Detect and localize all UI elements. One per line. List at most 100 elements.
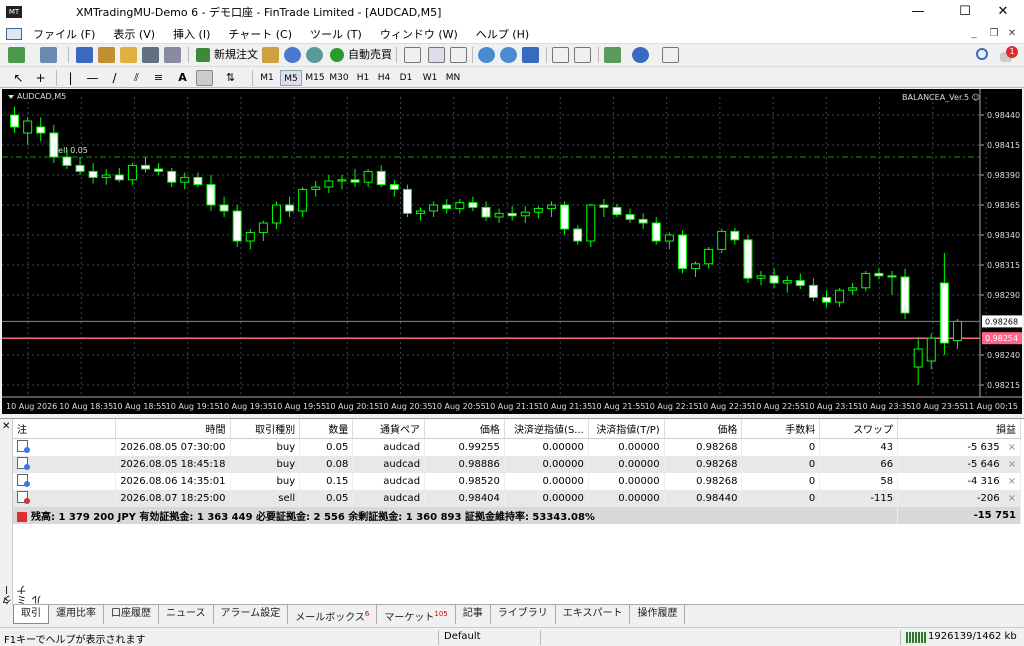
indicators-icon[interactable] [604,47,621,63]
tab-0[interactable]: 取引 [13,605,49,624]
search-icon[interactable] [976,48,988,60]
terminal-close-icon[interactable]: ✕ [2,421,10,432]
channel-icon[interactable]: ⫽ [128,70,145,86]
auto-trade-button[interactable]: 自動売買 [328,46,392,64]
tab-4[interactable]: アラーム設定 [214,605,289,624]
col-tp[interactable]: 決済指値(T/P) [588,419,665,439]
data-window-icon[interactable] [120,47,137,63]
trendline-icon[interactable]: / [106,70,123,86]
tile-windows-icon[interactable] [522,47,539,63]
menu-insert[interactable]: 挿入 (I) [164,26,219,42]
minimize-button[interactable]: — [897,0,939,24]
timeframe-w1[interactable]: W1 [419,70,441,86]
timeframe-mn[interactable]: MN [442,70,464,86]
price-chart[interactable]: 0.98440 0.98415 0.98390 0.98365 0.98340 0.983… [2,89,1022,414]
market-watch-icon[interactable] [76,47,93,63]
periods-icon[interactable] [632,47,649,63]
signals-icon[interactable] [262,47,279,63]
timeframe-m1[interactable]: M1 [256,70,278,86]
col-commission[interactable]: 手数料 [741,419,821,439]
table-row[interactable]: 2026.08.07 18:25:00 sell 0.05 audcad 0.98404… [13,490,1021,507]
col-profit[interactable]: 損益 [897,419,1021,439]
col-current-price[interactable]: 価格 [664,419,743,439]
timeframe-m15[interactable]: M15 [304,70,326,86]
col-type[interactable]: 取引種別 [230,419,301,439]
tab-10[interactable]: 操作履歴 [630,605,686,624]
navigator-icon[interactable] [98,47,115,63]
new-chart-icon[interactable] [8,47,25,63]
table-row[interactable]: 2026.08.05 07:30:00 buy 0.05 audcad 0.99255 0… [13,438,1021,456]
candle-bear [612,206,622,216]
menu-tools[interactable]: ツール (T) [301,26,371,42]
col-volume[interactable]: 数量 [299,419,354,439]
col-time[interactable]: 時間 [115,419,231,439]
tab-7[interactable]: 記事 [456,605,491,624]
timeframe-d1[interactable]: D1 [395,70,417,86]
close-order-icon[interactable]: × [1008,459,1016,470]
zoom-out-icon[interactable] [500,47,517,63]
menu-view[interactable]: 表示 (V) [104,26,164,42]
tab-9[interactable]: エキスパート [556,605,631,624]
candle-bear [442,204,452,210]
tab-6[interactable]: マーケット105 [377,605,456,624]
close-window-button[interactable]: ✕ [982,0,1024,24]
close-order-icon[interactable]: × [1008,493,1016,504]
profiles-icon[interactable] [40,47,57,63]
chart-shift-icon[interactable] [574,47,591,63]
timeframe-m5[interactable]: M5 [280,70,302,86]
tab-3[interactable]: ニュース [159,605,214,624]
metaeditor-icon[interactable] [306,47,323,63]
buy-order-icon [17,440,30,453]
timeframe-h4[interactable]: H4 [373,70,395,86]
child-restore-button[interactable]: ❐ [986,24,1002,43]
col-sl[interactable]: 決済逆指値(S... [504,419,589,439]
col-order[interactable]: 注 [13,419,116,439]
tab-1[interactable]: 運用比率 [49,605,104,624]
bar-chart-icon[interactable] [404,47,421,63]
candle-bull [258,222,268,234]
timeframe-m30[interactable]: M30 [328,70,350,86]
col-price[interactable]: 価格 [424,419,505,439]
fibonacci-icon[interactable]: ≡ [150,70,167,86]
timeframe-h1[interactable]: H1 [352,70,374,86]
auto-scroll-icon[interactable] [552,47,569,63]
close-order-icon[interactable]: × [1008,476,1016,487]
terminal-icon[interactable] [142,47,159,63]
maximize-button[interactable]: ☐ [944,0,986,24]
menu-help[interactable]: ヘルプ (H) [467,26,538,42]
candlestick-chart-svg[interactable]: 0.98440 0.98415 0.98390 0.98365 0.98340 0.983… [2,89,1022,414]
new-order-button[interactable]: 新規注文 [194,46,258,64]
candle-bear [167,170,177,183]
tab-5[interactable]: メールボックス6 [288,605,378,624]
tab-8[interactable]: ライブラリ [491,605,556,624]
notification-button[interactable]: 1 [1000,46,1018,64]
chart-menu-arrow-icon[interactable] [8,95,14,99]
table-row[interactable]: 2026.08.06 14:35:01 buy 0.15 audcad 0.98520 0… [13,473,1021,490]
templates-icon[interactable] [662,47,679,63]
text-label-icon[interactable] [196,70,213,86]
close-order-icon[interactable]: × [1008,442,1016,453]
tab-2[interactable]: 口座履歴 [104,605,159,624]
table-row[interactable]: 2026.08.05 18:45:18 buy 0.08 audcad 0.98886 0… [13,456,1021,473]
col-swap[interactable]: スワップ [819,419,899,439]
child-close-button[interactable]: ✕ [1004,24,1020,43]
vertical-line-icon[interactable]: | [62,70,79,86]
x-tick-label: 10 Aug 21:55 [591,402,645,411]
community-icon[interactable] [284,47,301,63]
horizontal-line-icon[interactable]: — [84,70,101,86]
line-chart-icon[interactable] [450,47,467,63]
candlestick-icon[interactable] [428,47,445,63]
menu-file[interactable]: ファイル (F) [24,26,104,42]
text-tool-icon[interactable]: A [174,70,191,86]
cell-swap: 66 [819,456,899,473]
strategy-tester-icon[interactable] [164,47,181,63]
candle-bear [232,210,242,242]
child-minimize-button[interactable]: _ [966,24,982,43]
menu-window[interactable]: ウィンドウ (W) [371,26,467,42]
menu-chart[interactable]: チャート (C) [219,26,301,42]
col-symbol[interactable]: 通貨ペア [352,419,426,439]
zoom-in-icon[interactable] [478,47,495,63]
crosshair-icon[interactable]: + [32,70,49,86]
cursor-icon[interactable]: ↖ [10,70,27,86]
arrows-icon[interactable]: ⇅ [222,70,239,86]
